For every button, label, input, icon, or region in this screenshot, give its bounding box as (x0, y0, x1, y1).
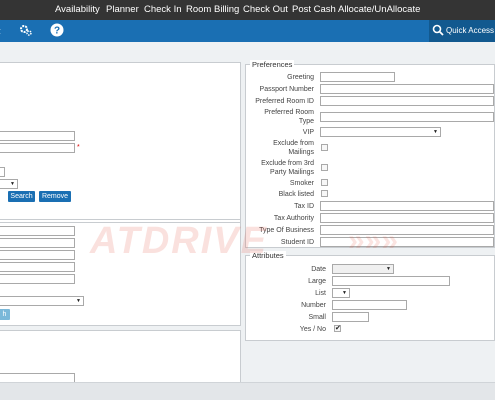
svg-text:?: ? (54, 26, 60, 37)
help-icon[interactable]: ? (50, 23, 64, 41)
list-dropdown[interactable] (332, 288, 350, 298)
passport-label: Passport Number (259, 86, 314, 93)
required-marker: * (77, 144, 80, 151)
nav-check-in[interactable]: Check In (144, 4, 182, 15)
student-id-input[interactable] (320, 237, 494, 247)
black-listed-label: Black listed (278, 191, 314, 198)
exclude-mailings-label-line2: Mailings (288, 149, 314, 156)
preferred-room-type-label-line2: Type (298, 118, 314, 125)
text-field[interactable] (0, 274, 75, 284)
preferred-room-type-label-line1: Preferred Room (264, 109, 314, 116)
exclude-3rd-party-label-line1: Exclude from 3rd (261, 160, 314, 167)
preferred-room-type-input[interactable] (320, 112, 494, 122)
watermark-logo: ATDRIVE (90, 220, 268, 262)
yes-no-label: Yes / No (299, 326, 326, 333)
text-field[interactable] (0, 226, 75, 236)
date-picker[interactable] (332, 264, 394, 274)
text-field[interactable] (0, 167, 5, 177)
smoker-checkbox[interactable] (321, 179, 328, 186)
remove-button[interactable]: Remove (39, 191, 71, 202)
small-input[interactable] (332, 312, 369, 322)
large-input[interactable] (332, 276, 450, 286)
tax-id-input[interactable] (320, 201, 494, 211)
nav-allocate-unallocate[interactable]: Allocate/UnAllocate (338, 4, 420, 15)
number-label: Number (301, 302, 326, 309)
text-field[interactable] (0, 143, 75, 153)
left-panel-bottom (0, 330, 241, 390)
search-button[interactable]: Search (8, 191, 35, 202)
top-navigation-bar: Availability Planner Check In Room Billi… (0, 0, 495, 20)
exclude-3rd-party-label-line2: Party Mailings (270, 169, 314, 176)
yes-no-checkbox[interactable]: ✔ (334, 325, 341, 332)
attributes-panel: Attributes Date Large List Number Small … (245, 251, 495, 341)
dropdown[interactable] (0, 179, 18, 189)
nav-room-billing[interactable]: Room Billing (186, 4, 239, 15)
text-field[interactable] (0, 250, 75, 260)
list-label: List (315, 290, 326, 297)
text-field[interactable] (0, 262, 75, 272)
dropdown[interactable] (0, 296, 84, 306)
toolbar: ‹ ? Quick Access (0, 20, 495, 42)
text-field[interactable] (0, 238, 75, 248)
tax-id-label: Tax ID (294, 203, 314, 210)
chevron-icon[interactable]: ‹ (0, 23, 1, 39)
search-icon (432, 24, 444, 40)
greeting-label: Greeting (287, 74, 314, 81)
smoker-label: Smoker (289, 180, 314, 187)
exclude-mailings-checkbox[interactable] (321, 144, 328, 151)
exclude-3rd-party-checkbox[interactable] (321, 164, 328, 171)
preferences-panel: Preferences Greeting Passport Number Pre… (245, 60, 495, 248)
quick-access-label: Quick Access (446, 26, 495, 35)
nav-planner[interactable]: Planner (106, 4, 139, 15)
date-label: Date (311, 266, 326, 273)
greeting-input[interactable] (320, 72, 395, 82)
footer-bar (0, 382, 495, 400)
preferences-title: Preferences (250, 60, 295, 69)
text-field[interactable] (0, 131, 75, 141)
main-content: * Search Remove h Preferences Greeting P… (0, 42, 495, 390)
left-panel-top: * Search Remove (0, 62, 241, 235)
quick-access-button[interactable]: Quick Access (429, 20, 495, 42)
number-input[interactable] (332, 300, 407, 310)
exclude-mailings-label-line1: Exclude from (273, 140, 314, 147)
preferred-room-id-label: Preferred Room ID (255, 98, 314, 105)
black-listed-checkbox[interactable] (321, 190, 328, 197)
nav-availability[interactable]: Availability (55, 4, 100, 15)
type-of-business-input[interactable] (320, 225, 494, 235)
gears-icon[interactable] (19, 23, 33, 41)
large-label: Large (308, 278, 326, 285)
vip-label: VIP (302, 129, 314, 136)
nav-check-out[interactable]: Check Out (243, 4, 288, 15)
watermark-arrows: »»» (348, 224, 399, 257)
tax-authority-input[interactable] (320, 213, 494, 223)
nav-post-cash[interactable]: Post Cash (292, 4, 336, 15)
small-label: Small (308, 314, 326, 321)
preferred-room-id-input[interactable] (320, 96, 494, 106)
vip-dropdown[interactable] (320, 127, 441, 137)
passport-input[interactable] (320, 84, 494, 94)
search-button-partial[interactable]: h (0, 309, 10, 320)
